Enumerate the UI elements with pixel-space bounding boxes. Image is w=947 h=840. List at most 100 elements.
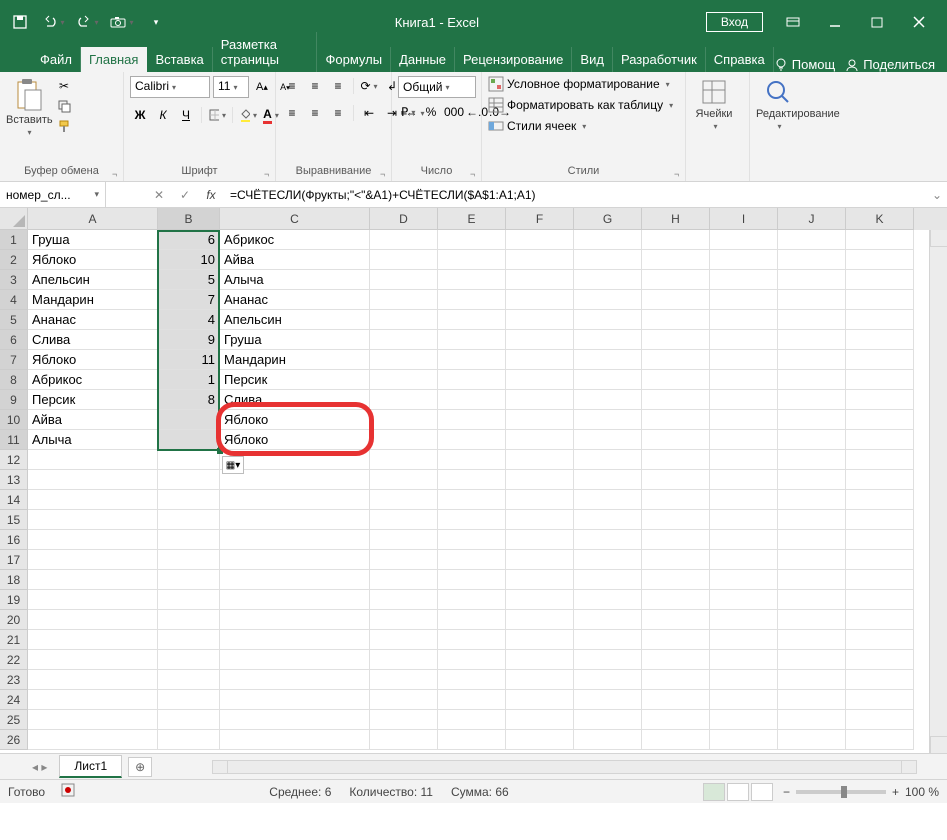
cell[interactable] xyxy=(642,530,710,550)
cell[interactable] xyxy=(778,630,846,650)
cell[interactable] xyxy=(710,650,778,670)
cell[interactable] xyxy=(438,390,506,410)
cell[interactable] xyxy=(846,450,914,470)
row-header[interactable]: 9 xyxy=(0,390,28,410)
cell[interactable] xyxy=(506,270,574,290)
cell[interactable]: 4 xyxy=(158,310,220,330)
cell[interactable] xyxy=(778,530,846,550)
conditional-formatting-button[interactable]: Условное форматирование xyxy=(488,76,670,92)
cell[interactable] xyxy=(846,430,914,450)
italic-icon[interactable]: К xyxy=(153,105,173,125)
cell[interactable] xyxy=(846,290,914,310)
cell[interactable]: 1 xyxy=(158,370,220,390)
cell[interactable] xyxy=(158,670,220,690)
cell[interactable]: Абрикос xyxy=(28,370,158,390)
cell[interactable] xyxy=(438,410,506,430)
cell[interactable] xyxy=(158,490,220,510)
cell[interactable] xyxy=(438,510,506,530)
cell[interactable] xyxy=(506,370,574,390)
cell[interactable] xyxy=(846,550,914,570)
cell[interactable] xyxy=(710,290,778,310)
cell[interactable] xyxy=(846,630,914,650)
row-header[interactable]: 26 xyxy=(0,730,28,750)
cell[interactable] xyxy=(710,250,778,270)
cell[interactable] xyxy=(370,490,438,510)
row-header[interactable]: 14 xyxy=(0,490,28,510)
cell[interactable] xyxy=(370,430,438,450)
share-button[interactable]: Поделиться xyxy=(845,57,935,72)
cell[interactable] xyxy=(158,690,220,710)
tab-file[interactable]: Файл xyxy=(32,47,81,72)
cell[interactable] xyxy=(846,330,914,350)
cell[interactable] xyxy=(642,510,710,530)
cell[interactable]: Персик xyxy=(220,370,370,390)
cell[interactable] xyxy=(370,550,438,570)
cell[interactable] xyxy=(778,270,846,290)
cell[interactable] xyxy=(778,550,846,570)
cell[interactable] xyxy=(574,590,642,610)
cell[interactable] xyxy=(370,290,438,310)
cell[interactable] xyxy=(506,710,574,730)
cell[interactable] xyxy=(574,270,642,290)
cell[interactable] xyxy=(506,470,574,490)
cell[interactable] xyxy=(370,450,438,470)
tab-review[interactable]: Рецензирование xyxy=(455,47,572,72)
cell[interactable] xyxy=(778,590,846,610)
currency-icon[interactable]: ₽ xyxy=(398,102,418,122)
accept-formula-icon[interactable]: ✓ xyxy=(172,188,198,202)
cell[interactable] xyxy=(28,470,158,490)
cell[interactable] xyxy=(370,630,438,650)
cell[interactable] xyxy=(220,490,370,510)
zoom-in-icon[interactable]: + xyxy=(892,785,899,799)
cell[interactable] xyxy=(846,510,914,530)
cell[interactable] xyxy=(642,410,710,430)
col-header[interactable]: I xyxy=(710,208,778,230)
camera-icon[interactable] xyxy=(110,10,134,34)
cell[interactable] xyxy=(778,650,846,670)
cell[interactable] xyxy=(642,350,710,370)
cell[interactable]: Апельсин xyxy=(220,310,370,330)
cell[interactable]: Абрикос xyxy=(220,230,370,250)
autofill-options-icon[interactable]: ▦▾ xyxy=(222,456,244,474)
row-header[interactable]: 2 xyxy=(0,250,28,270)
cell[interactable] xyxy=(438,490,506,510)
percent-icon[interactable]: % xyxy=(421,102,441,122)
cell[interactable] xyxy=(574,550,642,570)
cell[interactable] xyxy=(778,410,846,430)
qat-customize-icon[interactable]: ▾ xyxy=(144,10,168,34)
cell[interactable] xyxy=(158,450,220,470)
tab-insert[interactable]: Вставка xyxy=(147,47,212,72)
cell[interactable] xyxy=(846,670,914,690)
cell[interactable] xyxy=(506,670,574,690)
cell[interactable] xyxy=(438,590,506,610)
cell[interactable] xyxy=(846,310,914,330)
cell[interactable] xyxy=(220,610,370,630)
cell[interactable] xyxy=(710,630,778,650)
cell[interactable] xyxy=(28,550,158,570)
tab-data[interactable]: Данные xyxy=(391,47,455,72)
cell[interactable] xyxy=(574,350,642,370)
cell[interactable] xyxy=(574,390,642,410)
tab-page-layout[interactable]: Разметка страницы xyxy=(213,32,318,72)
cell[interactable] xyxy=(642,650,710,670)
cell[interactable] xyxy=(28,650,158,670)
cell[interactable] xyxy=(710,710,778,730)
cell[interactable] xyxy=(642,290,710,310)
cell[interactable] xyxy=(574,370,642,390)
cell[interactable] xyxy=(710,510,778,530)
cell[interactable] xyxy=(642,570,710,590)
cell[interactable]: Яблоко xyxy=(220,430,370,450)
cell[interactable] xyxy=(710,310,778,330)
orientation-icon[interactable]: ⟳ xyxy=(359,76,379,96)
row-header[interactable]: 22 xyxy=(0,650,28,670)
cell[interactable] xyxy=(438,430,506,450)
cell[interactable] xyxy=(506,590,574,610)
cell[interactable] xyxy=(574,450,642,470)
cell[interactable] xyxy=(506,390,574,410)
cell[interactable] xyxy=(846,370,914,390)
font-name-combo[interactable]: Calibri xyxy=(130,76,210,98)
cell[interactable] xyxy=(158,510,220,530)
cell[interactable] xyxy=(438,710,506,730)
row-header[interactable]: 11 xyxy=(0,430,28,450)
cell[interactable] xyxy=(438,530,506,550)
